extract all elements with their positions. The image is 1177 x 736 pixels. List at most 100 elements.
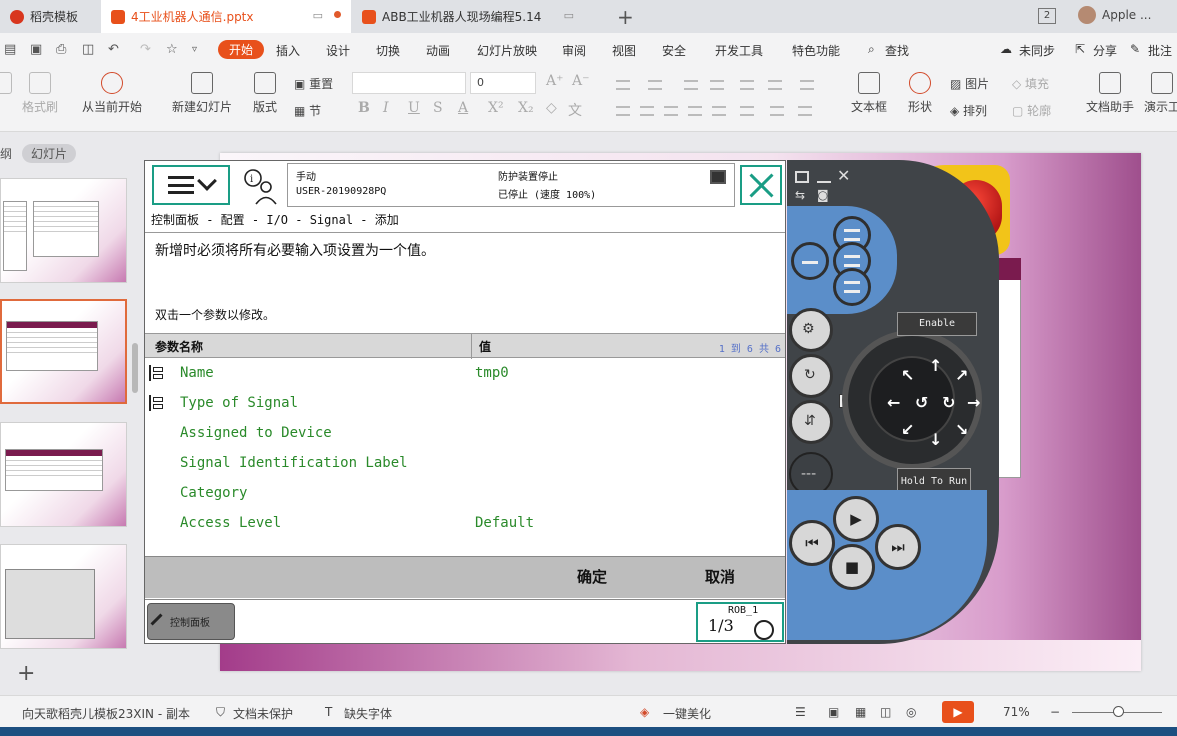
notes-icon[interactable]: ☰ bbox=[795, 705, 806, 719]
template-name[interactable]: 向天歌稻壳儿模板23XIN - 副本 bbox=[22, 705, 190, 722]
underline-button[interactable]: U bbox=[408, 100, 420, 116]
reset-button[interactable]: ▣ 重置 bbox=[294, 75, 333, 92]
folder-icon[interactable]: ▤ bbox=[4, 42, 16, 57]
menu-design[interactable]: 设计 bbox=[326, 42, 350, 59]
column-divider[interactable] bbox=[471, 334, 472, 359]
bullet-list-icon[interactable] bbox=[616, 80, 630, 90]
table-row[interactable]: Access Level Default bbox=[145, 509, 785, 539]
format-painter-button[interactable]: 格式刷 bbox=[16, 72, 64, 115]
layout-button[interactable]: 版式 bbox=[246, 72, 284, 115]
menu-home[interactable]: 开始 bbox=[218, 40, 265, 59]
step-back-button[interactable]: ⏮ bbox=[789, 520, 835, 566]
tab-current-pptx[interactable]: 4工业机器人通信.pptx ▭ bbox=[101, 0, 351, 33]
textbox-button[interactable]: 文本框 bbox=[846, 72, 892, 115]
robot-quickset-button[interactable]: ROB_1 1/3 bbox=[696, 602, 784, 642]
tab-slides[interactable]: 幻灯片 bbox=[22, 144, 77, 163]
tab-outline[interactable]: 纲 bbox=[0, 145, 12, 162]
reading-view-icon[interactable]: ◫ bbox=[880, 705, 891, 719]
section-button[interactable]: ▦ 节 bbox=[294, 102, 321, 119]
quickset-icon[interactable] bbox=[710, 170, 726, 184]
numbered-list-icon[interactable] bbox=[648, 80, 662, 90]
superscript-button[interactable]: X² bbox=[488, 100, 504, 116]
save-icon[interactable]: ▣ bbox=[30, 42, 42, 57]
normal-view-icon[interactable]: ▣ bbox=[828, 705, 839, 719]
swap-icon[interactable]: ⇆ bbox=[795, 188, 805, 202]
chevron-down-icon[interactable]: ▿ bbox=[192, 44, 197, 55]
italic-button[interactable]: I bbox=[383, 100, 389, 116]
missing-font-status[interactable]: 缺失字体 bbox=[344, 705, 392, 722]
eraser-icon[interactable]: ◇ bbox=[546, 100, 557, 116]
slideshow-play-button[interactable]: ▶ bbox=[942, 701, 974, 723]
preview-icon[interactable]: ◫ bbox=[82, 42, 94, 57]
align-right-icon[interactable] bbox=[664, 106, 678, 116]
text-align-icon[interactable] bbox=[770, 106, 784, 116]
menu-insert[interactable]: 插入 bbox=[276, 42, 300, 59]
font-size-select[interactable]: 0 bbox=[470, 72, 536, 94]
table-row[interactable]: Name tmp0 bbox=[145, 359, 785, 389]
table-row[interactable]: Type of Signal bbox=[145, 389, 785, 419]
sync-status[interactable]: 未同步 bbox=[1019, 42, 1055, 59]
distributed-icon[interactable] bbox=[712, 106, 726, 116]
window-count-badge[interactable]: 2 bbox=[1038, 8, 1056, 24]
align-left-icon[interactable] bbox=[616, 106, 630, 116]
protect-status[interactable]: 文档未保护 bbox=[233, 705, 293, 722]
columns-icon[interactable] bbox=[800, 80, 814, 90]
slide-thumbnail[interactable] bbox=[0, 422, 127, 527]
new-slide-button[interactable]: 新建幻灯片 bbox=[164, 72, 240, 115]
play-from-current-button[interactable]: 从当前开始 bbox=[74, 72, 150, 115]
mechanical-unit-button[interactable]: ⚙ bbox=[789, 308, 833, 352]
enable-button[interactable]: Enable bbox=[897, 312, 977, 336]
menu-transition[interactable]: 切换 bbox=[376, 42, 400, 59]
close-icon[interactable] bbox=[740, 165, 782, 205]
arrange-button[interactable]: ◈ 排列 bbox=[950, 102, 987, 119]
camera-icon[interactable]: ◙ bbox=[817, 188, 829, 202]
abb-menu-button[interactable] bbox=[152, 165, 230, 205]
menu-animation[interactable]: 动画 bbox=[426, 42, 450, 59]
start-button[interactable]: ▶ bbox=[833, 496, 879, 542]
tab-abb-programming[interactable]: ABB工业机器人现场编程5.14 ▭ bbox=[352, 0, 602, 33]
fill-button[interactable]: ◇ 填充 bbox=[1012, 75, 1049, 92]
text-direction-icon[interactable] bbox=[768, 80, 782, 90]
table-row[interactable]: Assigned to Device bbox=[145, 419, 785, 449]
operator-info-icon[interactable]: i bbox=[240, 167, 280, 205]
control-panel-task-button[interactable]: 控制面板 bbox=[147, 603, 235, 640]
star-icon[interactable]: ☆ bbox=[166, 42, 178, 57]
vertical-align-icon[interactable] bbox=[740, 106, 754, 116]
screen-icon[interactable]: ▭ bbox=[564, 9, 574, 22]
presenter-view-icon[interactable]: ◎ bbox=[906, 705, 916, 719]
smartart-icon[interactable] bbox=[798, 106, 812, 116]
new-tab-plus-icon[interactable]: + bbox=[617, 5, 634, 29]
share-button[interactable]: 分享 bbox=[1093, 42, 1117, 59]
tab-docer-templates[interactable]: 稻壳模板 bbox=[0, 0, 100, 33]
cut-button[interactable] bbox=[0, 72, 16, 98]
key-b-button[interactable] bbox=[791, 242, 829, 280]
annotate-button[interactable]: 批注 bbox=[1148, 42, 1172, 59]
screen-icon[interactable]: ▭ bbox=[313, 9, 323, 22]
menu-security[interactable]: 安全 bbox=[662, 42, 686, 59]
table-row[interactable]: Category bbox=[145, 479, 785, 509]
indent-decrease-icon[interactable] bbox=[684, 80, 698, 90]
menu-developer[interactable]: 开发工具 bbox=[715, 42, 763, 59]
cancel-button[interactable]: 取消 bbox=[705, 566, 735, 587]
step-forward-button[interactable]: ⏭ bbox=[875, 524, 921, 570]
menu-search[interactable]: 查找 bbox=[885, 42, 909, 59]
beautify-button[interactable]: 一键美化 bbox=[663, 705, 711, 722]
phonetic-icon[interactable]: 文 bbox=[568, 100, 582, 120]
shape-button[interactable]: 形状 bbox=[902, 72, 938, 115]
indent-increase-icon[interactable] bbox=[710, 80, 724, 90]
font-name-select[interactable] bbox=[352, 72, 466, 94]
user-account[interactable]: Apple ... bbox=[1078, 6, 1151, 24]
zoom-slider-handle[interactable] bbox=[1113, 706, 1124, 717]
ok-button[interactable]: 确定 bbox=[577, 566, 607, 587]
justify-icon[interactable] bbox=[688, 106, 702, 116]
menu-slideshow[interactable]: 幻灯片放映 bbox=[477, 42, 537, 59]
motion-mode-button[interactable]: ↻ bbox=[789, 354, 833, 398]
bold-button[interactable]: B bbox=[358, 100, 370, 116]
thumbnail-scrollbar[interactable] bbox=[132, 343, 138, 393]
picture-button[interactable]: ▨ 图片 bbox=[950, 75, 989, 92]
slide-thumbnail-selected[interactable] bbox=[0, 299, 127, 404]
font-color-button[interactable]: A bbox=[458, 100, 468, 116]
key-d-button[interactable] bbox=[833, 268, 871, 306]
presenter-button[interactable]: 演示工 bbox=[1140, 72, 1177, 115]
menu-special[interactable]: 特色功能 bbox=[792, 42, 840, 59]
